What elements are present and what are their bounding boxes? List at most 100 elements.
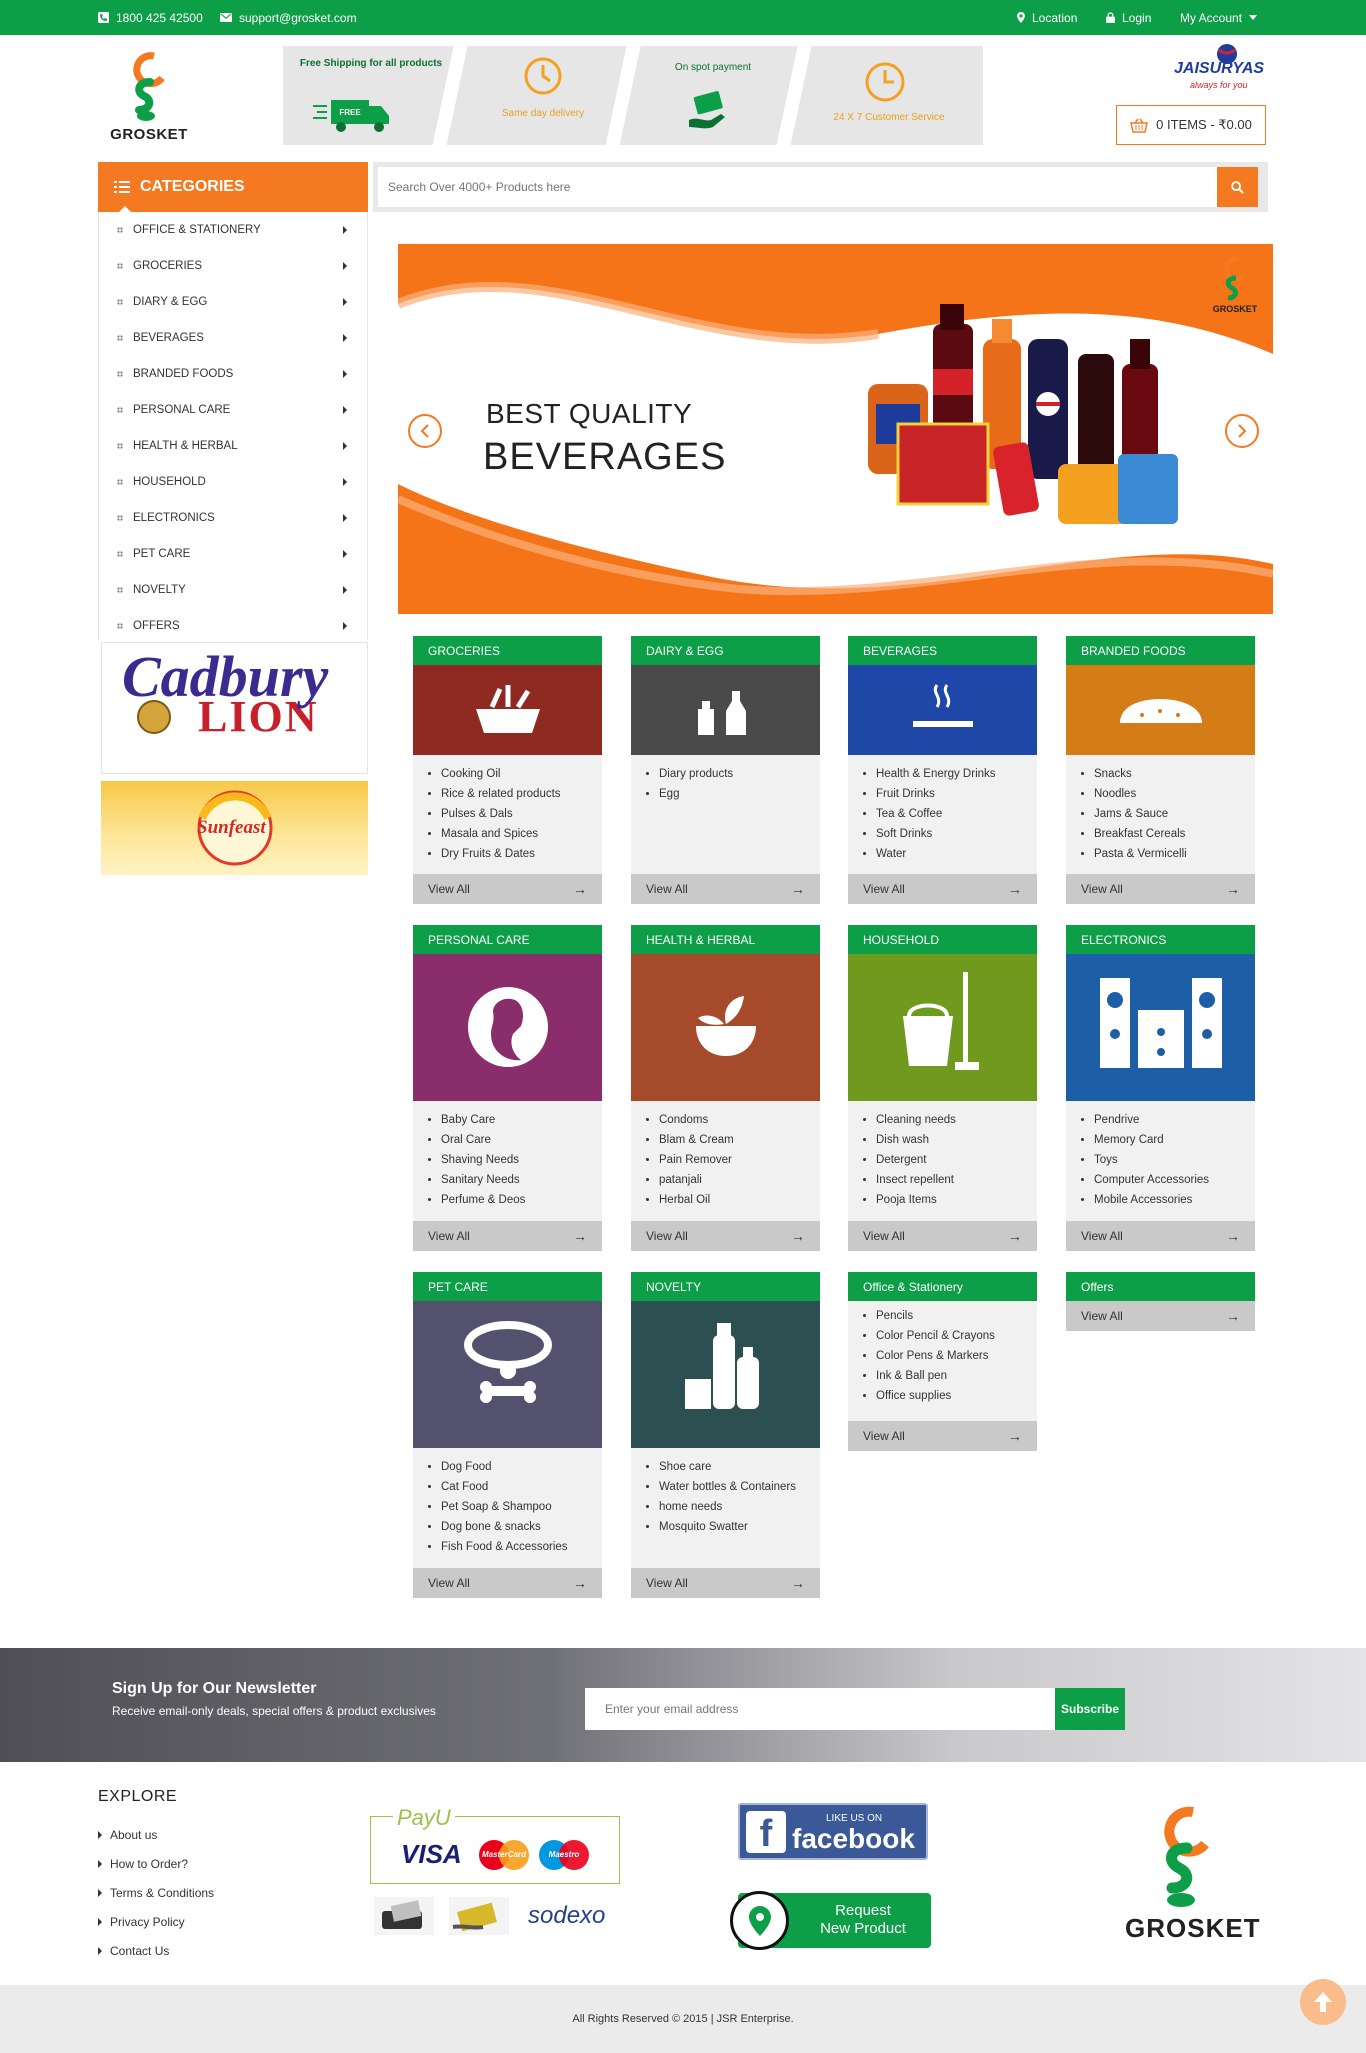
card-title[interactable]: ELECTRONICS [1066, 925, 1255, 954]
footer-link-terms[interactable]: Terms & Conditions [98, 1878, 214, 1907]
card-item[interactable]: Dog bone & snacks [441, 1517, 602, 1537]
card-title[interactable]: PERSONAL CARE [413, 925, 602, 954]
category-item-office-stationery[interactable]: OFFICE & STATIONERY [99, 212, 367, 248]
card-item[interactable]: Oral Care [441, 1130, 602, 1150]
sunfeast-ad[interactable]: Sunfeast [101, 781, 368, 875]
subscribe-button[interactable]: Subscribe [1055, 1688, 1125, 1730]
slider-next-button[interactable] [1225, 414, 1259, 448]
search-input[interactable] [378, 167, 1217, 207]
cadbury-lion-ad[interactable]: LION Cadbury [101, 642, 368, 774]
card-title[interactable]: Offers [1066, 1272, 1255, 1301]
scroll-to-top-button[interactable] [1300, 1979, 1346, 2025]
groceries-card-image[interactable] [413, 665, 602, 755]
card-item[interactable]: Insect repellent [876, 1170, 1037, 1190]
view-all-button[interactable]: View All → [413, 1221, 602, 1251]
card-item[interactable]: Dish wash [876, 1130, 1037, 1150]
card-item[interactable]: Diary products [659, 764, 820, 784]
card-item[interactable]: Pencils [876, 1306, 1037, 1326]
card-item[interactable]: Baby Care [441, 1110, 602, 1130]
request-new-product-button[interactable]: Request New Product [730, 1891, 931, 1950]
card-title[interactable]: HEALTH & HERBAL [631, 925, 820, 954]
dairy-card-image[interactable] [631, 665, 820, 755]
novelty-card-image[interactable] [631, 1301, 820, 1448]
search-button[interactable] [1217, 167, 1258, 207]
health-herbal-card-image[interactable] [631, 954, 820, 1101]
card-item[interactable]: Tea & Coffee [876, 804, 1037, 824]
category-item-electronics[interactable]: ELECTRONICS [99, 500, 367, 536]
view-all-button[interactable]: View All → [848, 874, 1037, 904]
card-item[interactable]: Dog Food [441, 1457, 602, 1477]
category-item-health-herbal[interactable]: HEALTH & HERBAL [99, 428, 367, 464]
card-item[interactable]: Cooking Oil [441, 764, 602, 784]
card-item[interactable]: Sanitary Needs [441, 1170, 602, 1190]
card-item[interactable]: Jams & Sauce [1094, 804, 1255, 824]
card-item[interactable]: patanjali [659, 1170, 820, 1190]
category-item-household[interactable]: HOUSEHOLD [99, 464, 367, 500]
footer-link-about[interactable]: About us [98, 1820, 214, 1849]
footer-link-contact[interactable]: Contact Us [98, 1936, 214, 1965]
card-item[interactable]: Health & Energy Drinks [876, 764, 1037, 784]
card-item[interactable]: Dry Fruits & Dates [441, 844, 602, 864]
category-item-groceries[interactable]: GROCERIES [99, 248, 367, 284]
view-all-button[interactable]: View All → [631, 1221, 820, 1251]
card-item[interactable]: Shoe care [659, 1457, 820, 1477]
card-item[interactable]: Cat Food [441, 1477, 602, 1497]
card-item[interactable]: Computer Accessories [1094, 1170, 1255, 1190]
card-item[interactable]: Color Pencil & Crayons [876, 1326, 1037, 1346]
card-item[interactable]: Water bottles & Containers [659, 1477, 820, 1497]
view-all-button[interactable]: View All → [413, 1568, 602, 1598]
card-item[interactable]: Rice & related products [441, 784, 602, 804]
branded-foods-card-image[interactable] [1066, 665, 1255, 755]
phone-contact[interactable]: 1800 425 42500 [98, 0, 203, 35]
card-title[interactable]: BRANDED FOODS [1066, 636, 1255, 665]
card-item[interactable]: Blam & Cream [659, 1130, 820, 1150]
login-link[interactable]: Login [1106, 0, 1151, 35]
card-item[interactable]: Ink & Ball pen [876, 1366, 1037, 1386]
card-title[interactable]: PET CARE [413, 1272, 602, 1301]
email-contact[interactable]: support@grosket.com [220, 0, 357, 35]
personal-care-card-image[interactable] [413, 954, 602, 1101]
card-item[interactable]: home needs [659, 1497, 820, 1517]
footer-link-privacy[interactable]: Privacy Policy [98, 1907, 214, 1936]
view-all-button[interactable]: View All → [1066, 1221, 1255, 1251]
card-item[interactable]: Condoms [659, 1110, 820, 1130]
view-all-button[interactable]: View All → [848, 1421, 1037, 1451]
location-link[interactable]: Location [1017, 0, 1077, 35]
card-item[interactable]: Perfume & Deos [441, 1190, 602, 1210]
card-item[interactable]: Pasta & Vermicelli [1094, 844, 1255, 864]
card-title[interactable]: BEVERAGES [848, 636, 1037, 665]
footer-link-how-to-order[interactable]: How to Order? [98, 1849, 214, 1878]
card-item[interactable]: Water [876, 844, 1037, 864]
category-item-personal-care[interactable]: PERSONAL CARE [99, 392, 367, 428]
category-item-beverages[interactable]: BEVERAGES [99, 320, 367, 356]
household-card-image[interactable] [848, 954, 1037, 1101]
card-item[interactable]: Office supplies [876, 1386, 1037, 1406]
card-title[interactable]: Office & Stationery [848, 1272, 1037, 1301]
view-all-button[interactable]: View All → [631, 874, 820, 904]
card-item[interactable]: Pendrive [1094, 1110, 1255, 1130]
card-item[interactable]: Memory Card [1094, 1130, 1255, 1150]
category-item-offers[interactable]: OFFERS [99, 608, 367, 640]
card-item[interactable]: Pulses & Dals [441, 804, 602, 824]
category-item-branded-foods[interactable]: BRANDED FOODS [99, 356, 367, 392]
card-item[interactable]: Pet Soap & Shampoo [441, 1497, 602, 1517]
category-item-diary-egg[interactable]: DIARY & EGG [99, 284, 367, 320]
footer-logo[interactable]: GROSKET [1125, 1798, 1260, 1943]
category-item-novelty[interactable]: NOVELTY [99, 572, 367, 608]
card-item[interactable]: Masala and Spices [441, 824, 602, 844]
card-item[interactable]: Color Pens & Markers [876, 1346, 1037, 1366]
card-item[interactable]: Egg [659, 784, 820, 804]
category-item-pet-care[interactable]: PET CARE [99, 536, 367, 572]
card-item[interactable]: Fruit Drinks [876, 784, 1037, 804]
slider-prev-button[interactable] [408, 414, 442, 448]
card-title[interactable]: GROCERIES [413, 636, 602, 665]
categories-header[interactable]: CATEGORIES [98, 162, 368, 212]
view-all-button[interactable]: View All → [848, 1221, 1037, 1251]
card-item[interactable]: Cleaning needs [876, 1110, 1037, 1130]
card-title[interactable]: NOVELTY [631, 1272, 820, 1301]
view-all-button[interactable]: View All → [1066, 1301, 1255, 1331]
card-item[interactable]: Mobile Accessories [1094, 1190, 1255, 1210]
cart-button[interactable]: 0 ITEMS - ₹0.00 [1116, 105, 1266, 145]
card-item[interactable]: Snacks [1094, 764, 1255, 784]
jaisuryas-logo[interactable]: JAISURYAS always for you [1172, 42, 1272, 92]
